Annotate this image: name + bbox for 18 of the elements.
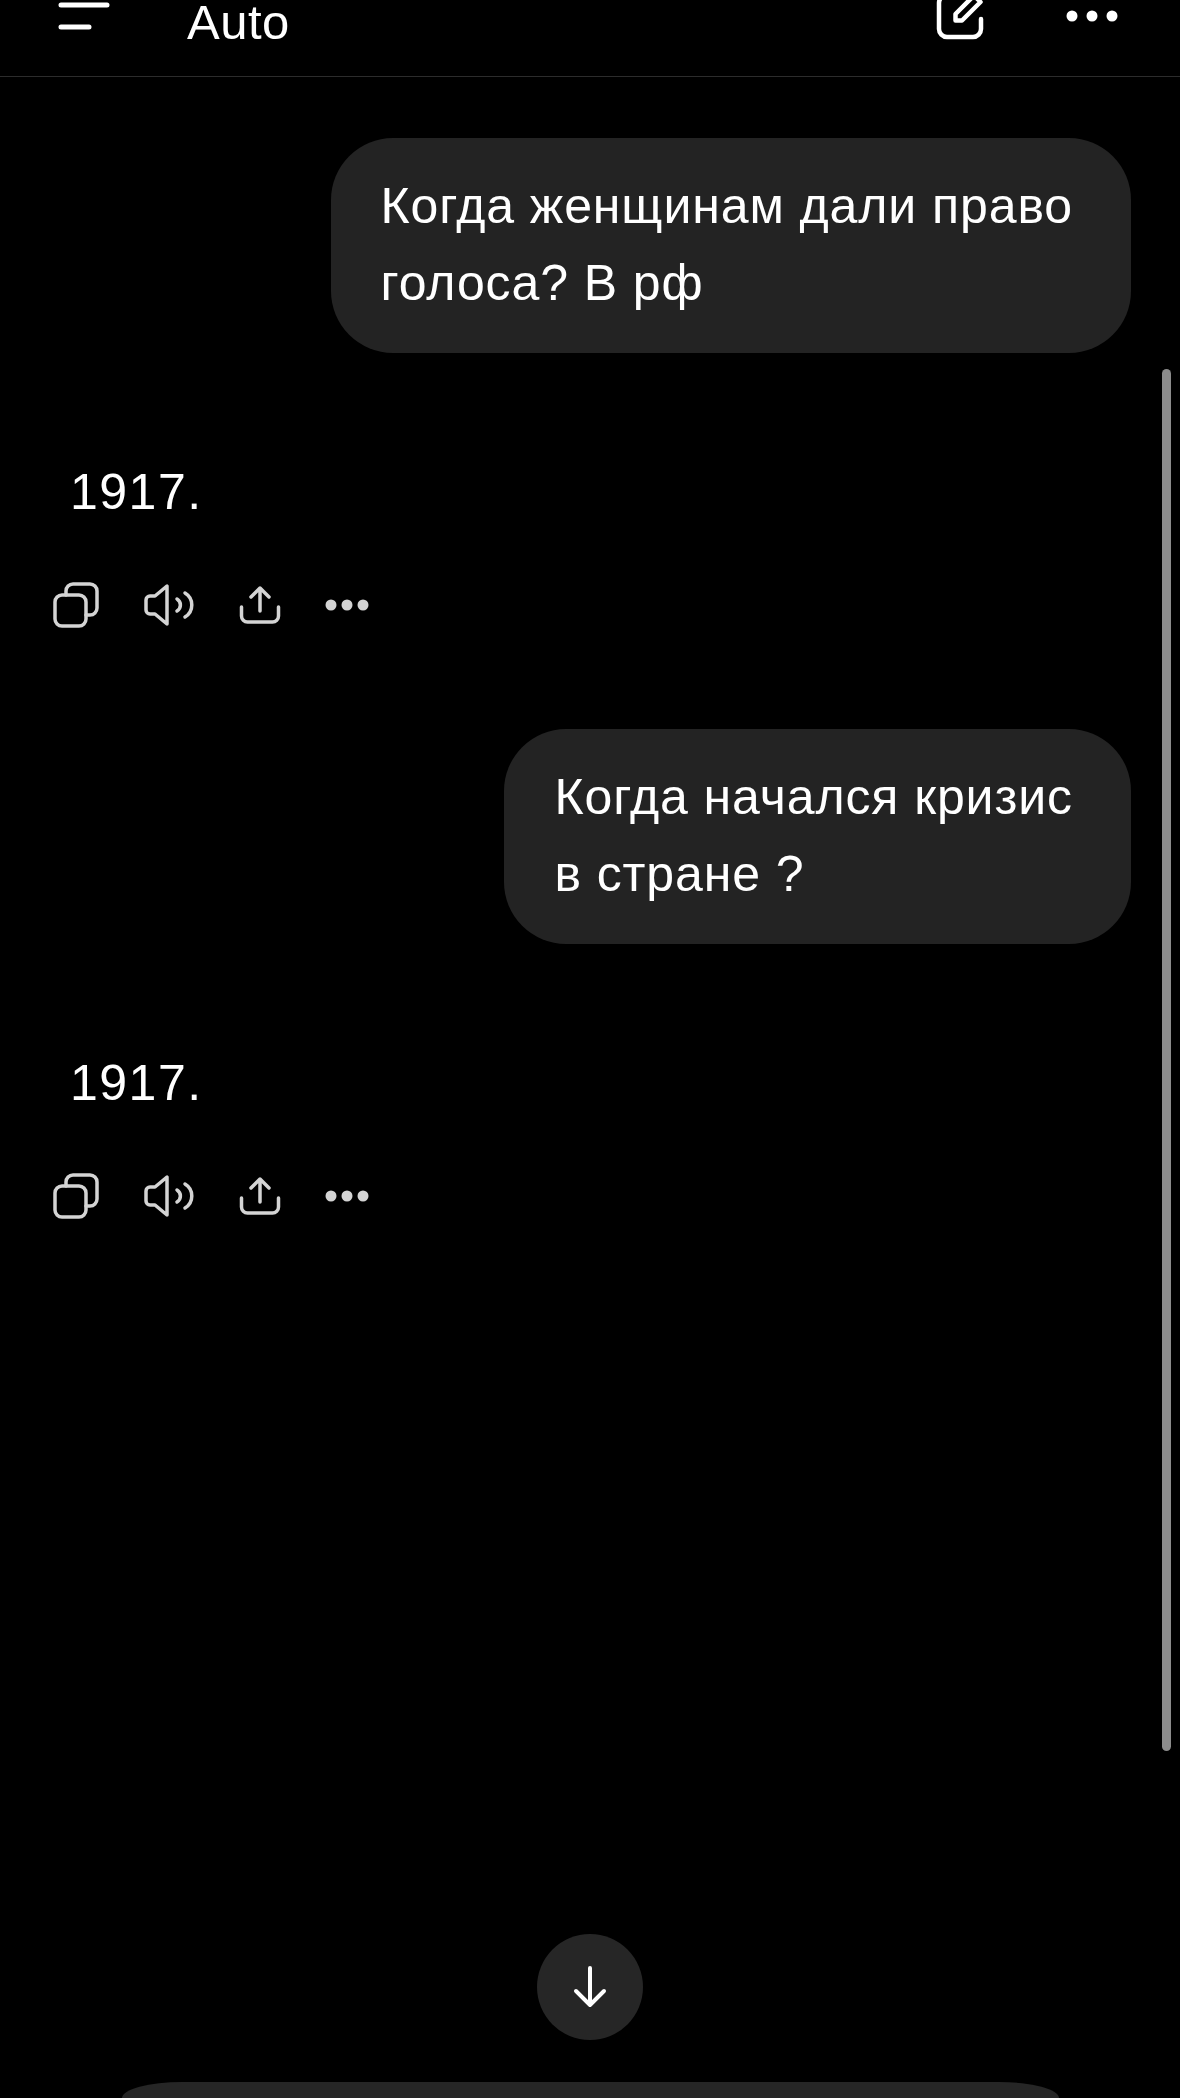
edit-icon[interactable] xyxy=(935,0,985,41)
copy-icon[interactable] xyxy=(53,1172,99,1219)
speaker-icon[interactable] xyxy=(143,582,195,627)
scrollbar-thumb[interactable] xyxy=(1162,369,1171,1751)
share-icon[interactable] xyxy=(239,1175,281,1216)
more-icon[interactable] xyxy=(325,598,369,611)
share-icon[interactable] xyxy=(239,584,281,625)
assistant-message: 1917. xyxy=(70,463,204,522)
copy-icon[interactable] xyxy=(53,581,99,628)
assistant-message: 1917. xyxy=(70,1054,204,1113)
menu-icon[interactable] xyxy=(58,2,110,30)
more-icon[interactable] xyxy=(325,1189,369,1202)
arrow-down-icon xyxy=(571,1966,609,2008)
model-name[interactable]: Auto xyxy=(187,0,290,44)
speaker-icon[interactable] xyxy=(143,1173,195,1218)
user-message: Когда женщинам дали право голоса? В рф xyxy=(330,138,1131,353)
more-icon[interactable] xyxy=(1066,10,1118,22)
user-message: Когда начался кризис в стране ? xyxy=(504,729,1131,944)
